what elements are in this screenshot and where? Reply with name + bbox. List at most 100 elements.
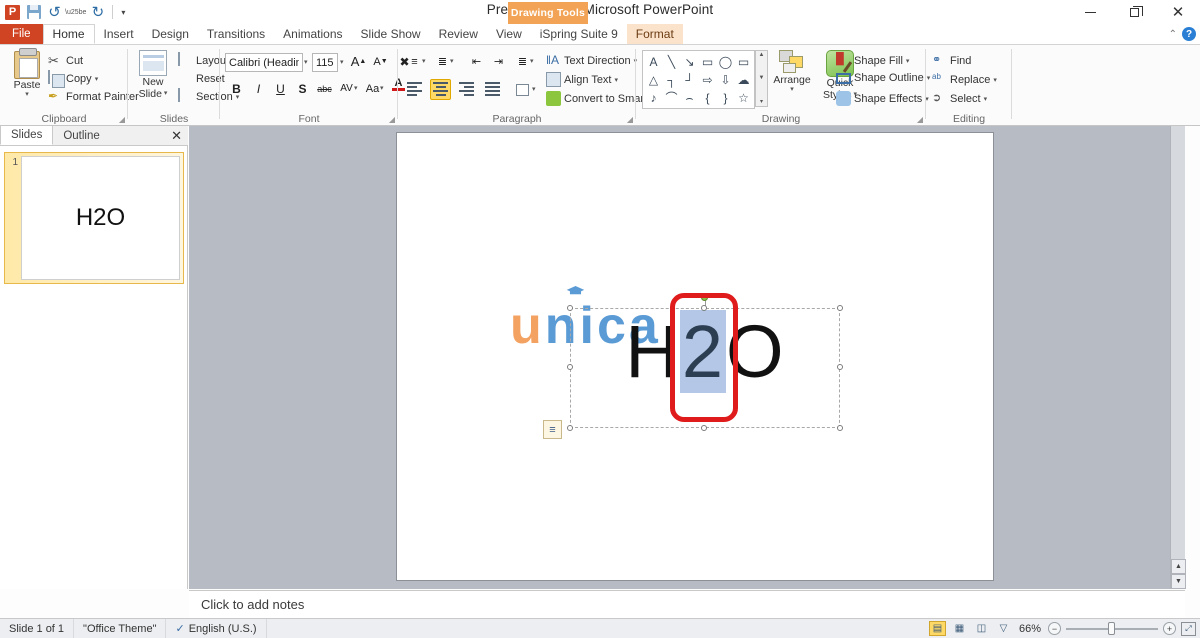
shape-cloud-icon[interactable]: ☁ (738, 74, 750, 86)
replace-caret[interactable]: ▾ (993, 76, 997, 84)
gallery-more-icon[interactable]: ▾ (760, 98, 763, 105)
tab-view[interactable]: View (487, 24, 531, 44)
shape-fill-button[interactable]: █ Shape Fill ▾ (836, 53, 909, 68)
select-button[interactable]: ➲ Select ▾ (932, 91, 987, 106)
collapse-ribbon-icon[interactable]: ⌃ (1169, 29, 1177, 40)
align-text-button[interactable]: Align Text ▾ (546, 72, 618, 87)
line-spacing-caret[interactable]: ▾ (530, 57, 534, 65)
close-button[interactable]: ✕ (1156, 0, 1200, 24)
align-left-icon[interactable] (404, 79, 425, 100)
tab-ispring-suite[interactable]: iSpring Suite 9 (531, 24, 627, 44)
resize-handle-bottom-right[interactable] (837, 425, 843, 431)
normal-view-button[interactable]: ▤ (929, 621, 946, 636)
shape-connector-icon[interactable]: ┘ (685, 74, 694, 86)
font-name-caret[interactable]: ▾ (304, 58, 308, 66)
shape-oval-icon[interactable]: ◯ (719, 56, 732, 68)
tab-transitions[interactable]: Transitions (198, 24, 274, 44)
shape-freeform-icon[interactable]: ♪ (651, 92, 657, 104)
resize-handle-bottom-left[interactable] (567, 425, 573, 431)
resize-handle-middle-left[interactable] (567, 364, 573, 370)
shapes-gallery[interactable]: A ╲ ↘ ▭ ◯ ▭ △ ┐ ┘ ⇨ ⇩ ☁ ♪ ⌒ ⌢ { } (642, 50, 755, 109)
shape-outline-button[interactable]: Shape Outline ▾ (836, 72, 930, 84)
close-pane-icon[interactable]: ✕ (171, 128, 182, 144)
increase-indent-icon[interactable]: ⇥ (488, 51, 509, 72)
shape-curve-icon[interactable]: ⌒ (665, 92, 677, 104)
font-size-caret[interactable]: ▾ (340, 58, 344, 66)
tab-design[interactable]: Design (143, 24, 198, 44)
slide-thumbnail[interactable]: H2O (21, 156, 180, 280)
shape-triangle-icon[interactable]: △ (649, 74, 658, 86)
theme-status[interactable]: "Office Theme" (74, 619, 166, 638)
new-slide-caret[interactable]: ▾ (164, 90, 168, 98)
justify-icon[interactable] (482, 79, 503, 100)
zoom-slider-knob[interactable] (1108, 622, 1115, 635)
tab-slide-show[interactable]: Slide Show (352, 24, 430, 44)
change-case-caret[interactable]: ▾ (380, 84, 384, 92)
paste-button[interactable]: Paste ▾ (4, 51, 50, 99)
resize-handle-top-right[interactable] (837, 305, 843, 311)
slide-count-status[interactable]: Slide 1 of 1 (0, 619, 74, 638)
align-text-caret[interactable]: ▾ (615, 76, 619, 84)
fit-slide-to-window-icon[interactable]: ⤢ (1181, 622, 1196, 636)
help-icon[interactable]: ? (1182, 27, 1196, 41)
strikethrough-button[interactable]: abc (314, 78, 335, 99)
paste-caret[interactable]: ▾ (25, 91, 29, 99)
shape-textbox-icon[interactable]: A (649, 56, 657, 68)
gallery-scroll-down-icon[interactable]: ▼ (759, 75, 765, 81)
tab-file[interactable]: File (0, 24, 43, 44)
numbering-caret[interactable]: ▾ (450, 57, 454, 65)
shape-rounded-rect-icon[interactable]: ▭ (738, 56, 749, 68)
shape-star-icon[interactable]: ☆ (738, 92, 749, 104)
font-dialog-launcher[interactable]: ◢ (389, 115, 395, 124)
replace-button[interactable]: ab Replace ▾ (932, 72, 997, 87)
resize-handle-bottom-center[interactable] (701, 425, 707, 431)
vertical-scrollbar[interactable]: ▲ ▼ (1170, 126, 1185, 589)
zoom-slider[interactable] (1066, 622, 1158, 636)
align-center-icon[interactable] (430, 79, 451, 100)
text-shadow-button[interactable]: S (292, 78, 313, 99)
shape-left-brace-icon[interactable]: { (705, 92, 709, 104)
tab-home[interactable]: Home (43, 24, 95, 44)
tab-animations[interactable]: Animations (274, 24, 351, 44)
slide-text-content[interactable]: H2O (571, 315, 839, 389)
tab-outline[interactable]: Outline (53, 126, 109, 145)
format-painter-button[interactable]: ✒ Format Painter (48, 89, 139, 104)
rotation-handle[interactable] (701, 294, 708, 301)
shape-right-brace-icon[interactable]: } (723, 92, 727, 104)
shape-arc-icon[interactable]: ⌢ (686, 92, 694, 104)
align-right-icon[interactable] (456, 79, 477, 100)
font-size-input[interactable]: 115 (312, 53, 338, 72)
minimize-button[interactable] (1068, 0, 1112, 24)
font-name-input[interactable]: Calibri (Headings) (225, 53, 303, 72)
shape-effects-button[interactable]: Shape Effects ▾ (836, 91, 929, 106)
zoom-out-button[interactable]: − (1048, 622, 1061, 635)
scroll-up-arrow-icon[interactable]: ▲ (1171, 559, 1186, 574)
shrink-font-button[interactable]: A▼ (370, 51, 391, 72)
arrange-caret[interactable]: ▾ (790, 86, 794, 94)
reset-button[interactable]: Reset (178, 71, 225, 86)
resize-handle-top-left[interactable] (567, 305, 573, 311)
slide-surface[interactable]: u nica H2O (397, 133, 993, 580)
clipboard-dialog-launcher[interactable]: ◢ (119, 115, 125, 124)
italic-button[interactable]: I (248, 78, 269, 99)
paste-options-icon[interactable]: ≡ (543, 420, 562, 439)
paragraph-dialog-launcher[interactable]: ◢ (627, 115, 633, 124)
text-direction-button[interactable]: ‖A Text Direction ▾ (546, 53, 637, 68)
zoom-level-label[interactable]: 66% (1019, 623, 1041, 635)
tab-review[interactable]: Review (430, 24, 487, 44)
slide-show-button[interactable]: ▽ (995, 621, 1012, 636)
shape-rectangle-icon[interactable]: ▭ (702, 56, 713, 68)
shape-line-icon[interactable]: ╲ (668, 56, 675, 68)
tab-slides[interactable]: Slides (0, 126, 53, 145)
scroll-down-arrow-icon[interactable]: ▼ (1171, 574, 1186, 589)
resize-handle-top-center[interactable] (701, 305, 707, 311)
text-placeholder-box[interactable]: H2O ≡ (570, 308, 840, 428)
tab-format[interactable]: Format (627, 24, 683, 44)
bold-button[interactable]: B (226, 78, 247, 99)
underline-button[interactable]: U (270, 78, 291, 99)
language-status[interactable]: ✓ English (U.S.) (166, 619, 266, 638)
selected-character[interactable]: 2 (680, 310, 726, 393)
notes-pane[interactable]: Click to add notes (189, 590, 1185, 618)
new-slide-button[interactable]: New Slide ▾ (130, 50, 176, 100)
zoom-in-button[interactable]: + (1163, 622, 1176, 635)
